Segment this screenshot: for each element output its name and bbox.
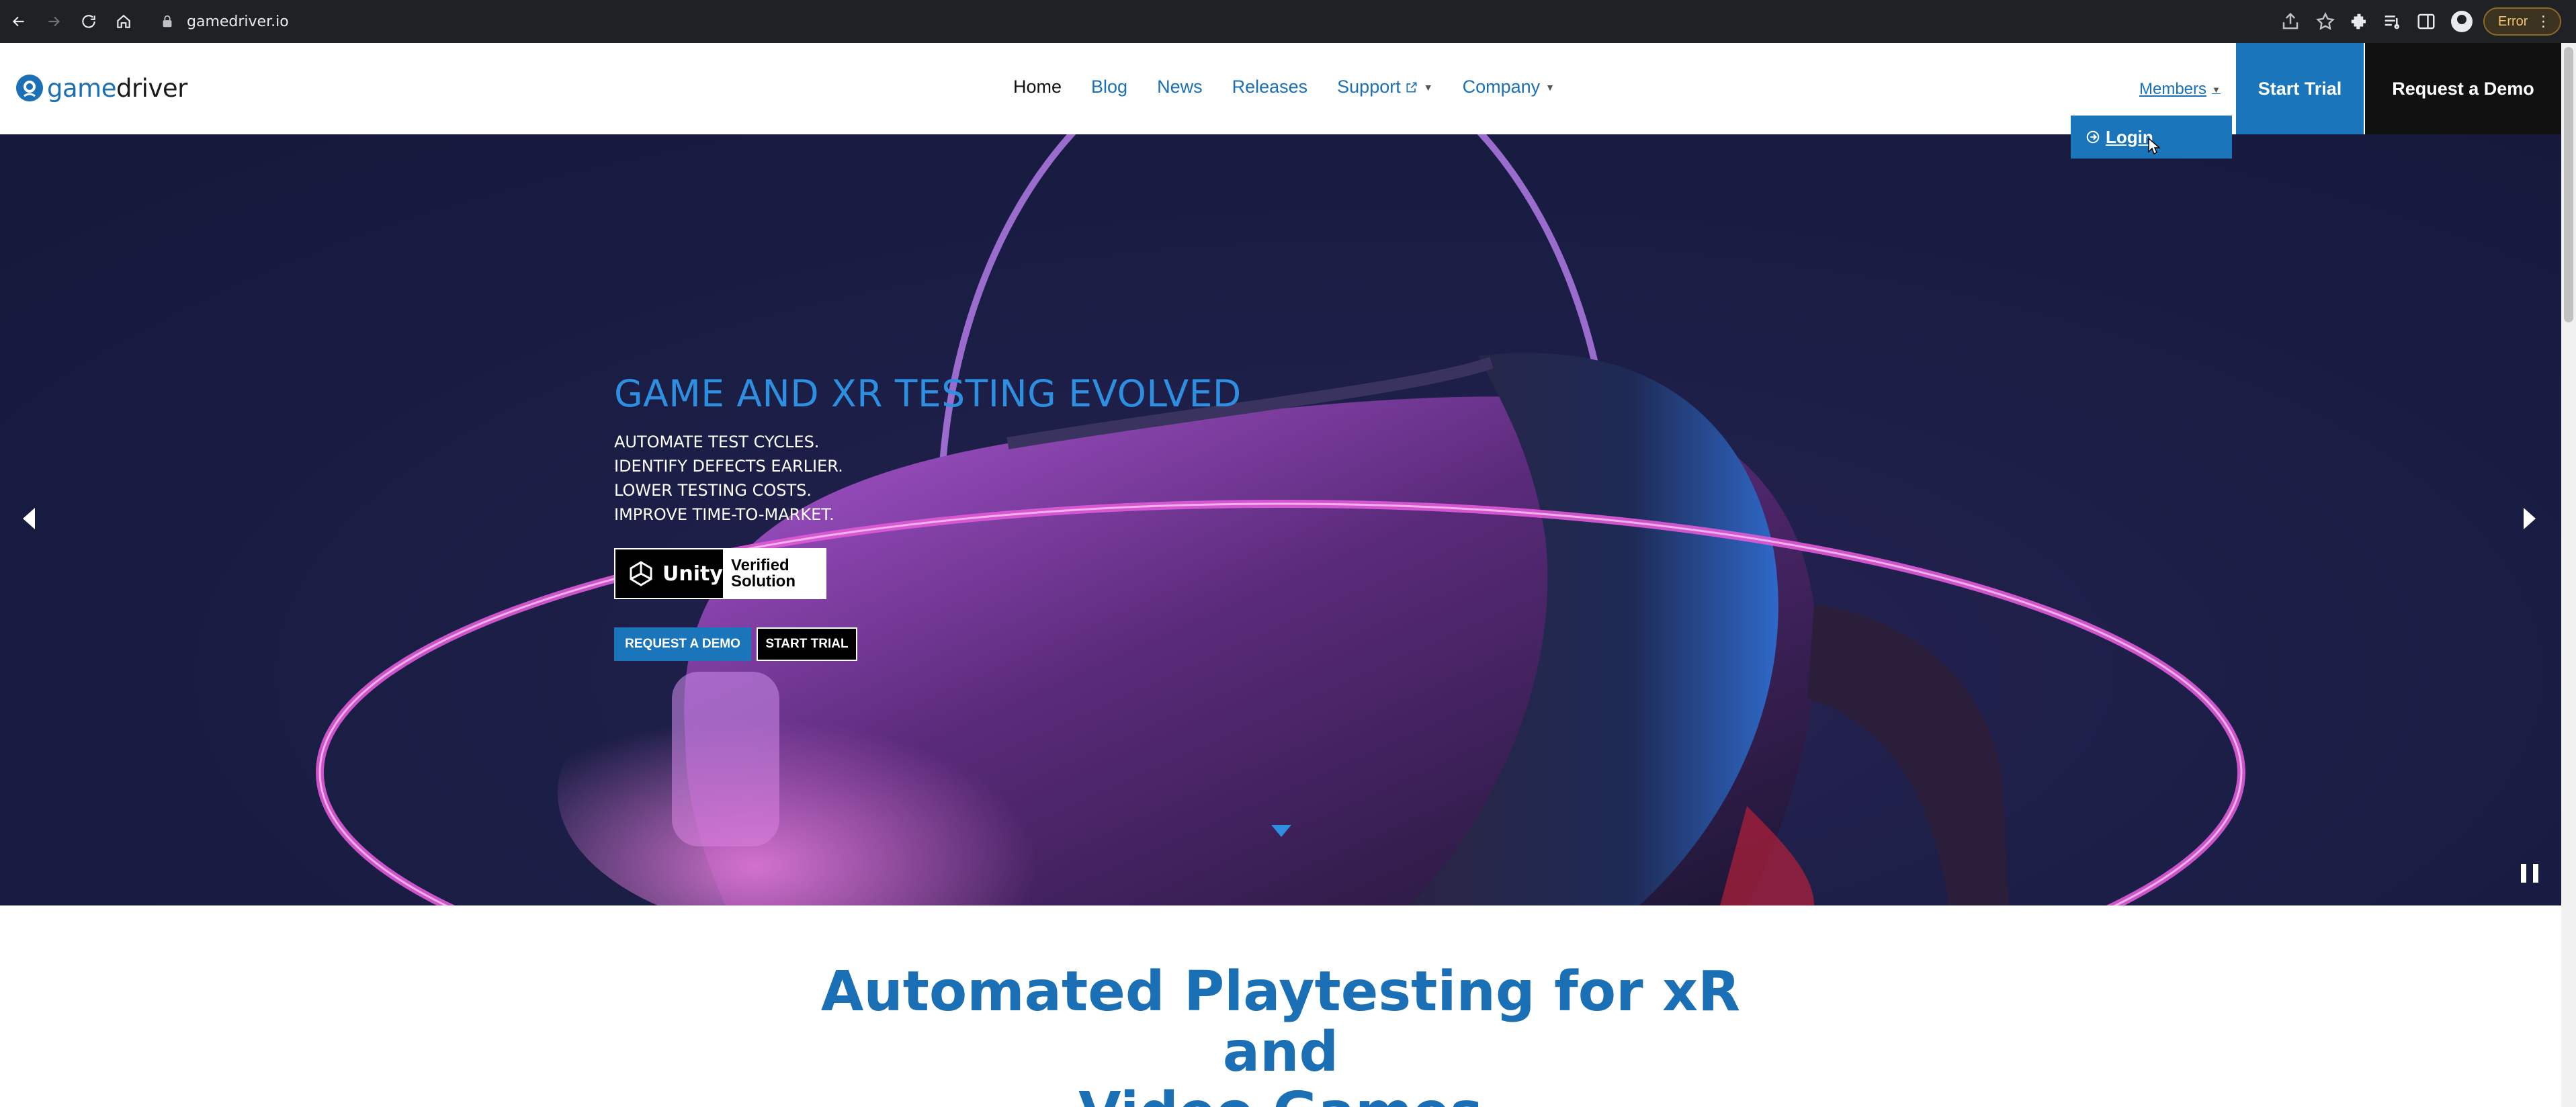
kebab-menu-icon[interactable]: ⋮	[2536, 13, 2550, 30]
unity-label: Unity	[662, 562, 723, 586]
reload-icon[interactable]	[73, 5, 105, 38]
external-link-icon	[1406, 82, 1417, 92]
section-heading-line: Automated Playtesting for xR and	[820, 960, 1741, 1084]
slider-prev-arrow-icon[interactable]	[20, 506, 38, 531]
browser-toolbar: gamedriver.io Error ⋮	[0, 0, 2576, 43]
slider-next-arrow-icon[interactable]	[2521, 506, 2538, 531]
hero-taglines: AUTOMATE TEST CYCLES. IDENTIFY DEFECTS E…	[614, 430, 843, 527]
extensions-icon[interactable]	[2349, 11, 2369, 32]
solution-label: Solution	[731, 572, 796, 590]
scroll-down-indicator-icon[interactable]	[1271, 825, 1291, 837]
side-panel-icon[interactable]	[2416, 11, 2436, 32]
unity-cube-icon	[630, 561, 652, 586]
unity-verified-badge: Unity Verified Solution	[614, 548, 826, 599]
login-label: Login	[2106, 126, 2153, 147]
slider-pause-icon[interactable]	[2521, 864, 2538, 884]
request-demo-button[interactable]: Request a Demo	[2365, 43, 2561, 134]
hero-start-trial-button[interactable]: START TRIAL	[757, 627, 857, 661]
home-icon[interactable]	[108, 5, 140, 38]
hero-request-demo-button[interactable]: REQUEST A DEMO	[614, 627, 751, 661]
browser-error-pill[interactable]: Error ⋮	[2483, 7, 2562, 36]
hero-tagline: IMPROVE TIME-TO-MARKET.	[614, 505, 834, 524]
hero-tagline: LOWER TESTING COSTS.	[614, 481, 812, 500]
hero-tagline: AUTOMATE TEST CYCLES.	[614, 433, 820, 451]
start-trial-button[interactable]: Start Trial	[2236, 43, 2364, 134]
profile-avatar[interactable]	[2451, 11, 2473, 32]
members-menu[interactable]: Members ▼	[2139, 80, 2221, 99]
nav-company[interactable]: Company ▼	[1463, 77, 1555, 97]
forward-icon[interactable]	[38, 5, 70, 38]
url-text: gamedriver.io	[187, 13, 289, 30]
gamedriver-logo[interactable]: gamedriver	[13, 72, 187, 104]
gamedriver-logo-icon	[16, 75, 43, 101]
nav-home[interactable]: Home	[1013, 77, 1062, 97]
verified-label: Verified	[731, 556, 789, 574]
caret-down-icon: ▼	[2212, 84, 2221, 95]
section-heading-line: Video Games	[810, 1083, 1751, 1107]
nav-releases[interactable]: Releases	[1232, 77, 1308, 97]
mouse-cursor-icon	[2148, 137, 2161, 155]
page-scrollbar[interactable]	[2561, 43, 2576, 1107]
nav-blog[interactable]: Blog	[1091, 77, 1127, 97]
logo-wordmark: gamedriver	[47, 73, 187, 103]
caret-down-icon: ▼	[1423, 81, 1433, 93]
hero-tagline: IDENTIFY DEFECTS EARLIER.	[614, 457, 843, 476]
media-queue-icon[interactable]	[2382, 11, 2403, 32]
login-icon	[2086, 130, 2100, 144]
vr-headset-illustration	[316, 134, 2245, 905]
bookmark-star-icon[interactable]	[2315, 11, 2335, 32]
share-icon[interactable]	[2280, 11, 2301, 32]
hero-slider: GAME AND XR TESTING EVOLVED AUTOMATE TES…	[0, 134, 2561, 905]
address-bar[interactable]: gamedriver.io	[152, 5, 2335, 38]
nav-news[interactable]: News	[1157, 77, 1203, 97]
back-icon[interactable]	[3, 5, 35, 38]
scrollbar-thumb[interactable]	[2564, 47, 2573, 322]
lock-icon	[163, 15, 172, 28]
hero-title: GAME AND XR TESTING EVOLVED	[614, 372, 1242, 415]
caret-down-icon: ▼	[1545, 81, 1555, 93]
main-nav: Home Blog News Releases Support ▼ Compan…	[1013, 77, 1584, 97]
error-label: Error	[2498, 13, 2528, 29]
section-heading: Automated Playtesting for xR and Video G…	[0, 962, 2561, 1107]
nav-support[interactable]: Support ▼	[1337, 77, 1432, 97]
